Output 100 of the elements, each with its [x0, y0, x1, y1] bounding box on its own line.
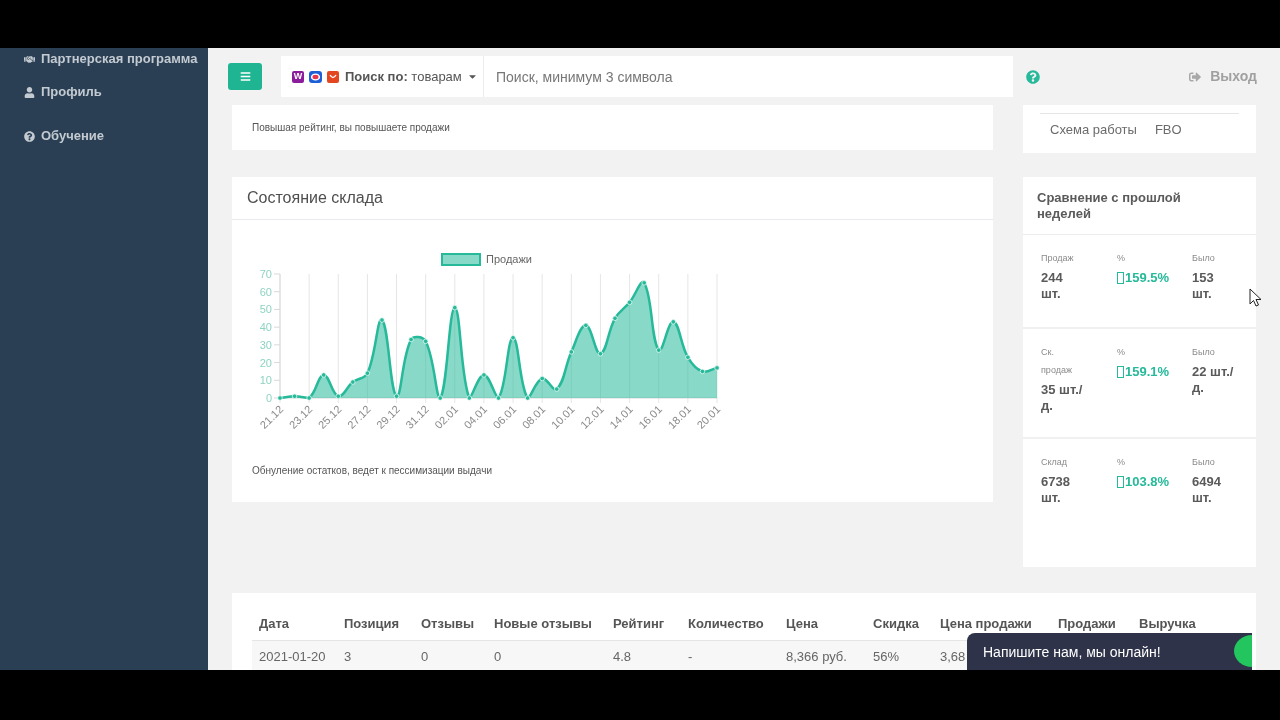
scheme-label: Схема работы [1050, 121, 1137, 139]
column-header: Цена продажи [940, 616, 1032, 632]
data-point [524, 395, 531, 401]
data-point [393, 393, 400, 399]
search-scope-dropdown[interactable]: W Поиск по: товарам [281, 56, 484, 97]
data-point [379, 317, 385, 323]
data-point [437, 395, 443, 401]
stat-value: 35 шт./ д. [1041, 382, 1084, 414]
stat-value: 153 шт. [1192, 270, 1215, 302]
table-cell: 3,68 [940, 648, 966, 664]
sidebar-link[interactable]: Профиль [0, 70, 208, 114]
data-point [408, 336, 414, 343]
data-point [583, 322, 589, 329]
stat-value: 244 шт. [1041, 270, 1064, 302]
column-header: Рейтинг [613, 616, 665, 632]
y-axis-label: 10 [259, 374, 272, 387]
stat-label: Ск. продаж [1041, 346, 1073, 377]
data-point [335, 393, 341, 399]
table-cell: - [688, 648, 693, 664]
stat-label: % [1117, 252, 1125, 265]
data-point [539, 375, 545, 382]
sidebar-link[interactable]: Обучение [0, 114, 208, 158]
y-axis-label: 20 [259, 356, 272, 369]
table-cell: 3 [344, 648, 352, 664]
scheme-value: FBO [1154, 121, 1182, 139]
stat-label: Продаж [1041, 252, 1075, 265]
stat-percent: 103.8% [1125, 474, 1170, 490]
stat-label: % [1117, 346, 1125, 359]
user-icon [24, 86, 35, 98]
y-axis-label: 40 [259, 321, 272, 334]
y-axis-label: 70 [259, 268, 272, 280]
data-point [626, 299, 633, 306]
data-point [422, 338, 429, 344]
stat-label: Склад [1041, 456, 1069, 469]
card-title: Состояние склада [247, 188, 383, 208]
data-point [452, 304, 458, 311]
table-cell: 56% [873, 648, 900, 664]
data-point [568, 349, 575, 355]
table-cell: 0 [421, 648, 429, 664]
column-header: Позиция [344, 616, 400, 632]
data-point [306, 395, 312, 401]
data-point [350, 379, 356, 385]
handshake-icon [24, 53, 35, 65]
data-point [656, 347, 662, 353]
column-header: Скидка [873, 616, 919, 632]
rating-note: Повышая рейтинг, вы повышаете продажи [252, 121, 450, 135]
column-header: Отзывы [421, 616, 475, 632]
data-point [466, 395, 473, 401]
data-point [699, 368, 706, 375]
column-header: Дата [259, 616, 290, 632]
y-axis-label: 0 [265, 392, 272, 404]
menu-icon [239, 71, 251, 82]
data-point [364, 370, 371, 376]
data-point [481, 372, 487, 378]
legend-label: Продажи [486, 253, 532, 265]
column-header: Новые отзывы [494, 616, 592, 632]
card-title: Сравнение с прошлой неделей [1037, 190, 1182, 222]
column-header: Выручка [1139, 616, 1196, 632]
data-point [685, 354, 691, 360]
stat-percent: 159.5% [1125, 270, 1170, 286]
missing-glyph-icon [1117, 476, 1124, 488]
column-header: Продажи [1058, 616, 1116, 632]
stat-value: 6738 шт. [1041, 474, 1071, 506]
data-point [554, 386, 560, 392]
stat-value: 6494 шт. [1192, 474, 1222, 506]
stat-label: Было [1192, 456, 1215, 469]
data-point [641, 280, 647, 286]
column-header: Цена [786, 616, 818, 632]
stat-value: 22 шт./ д. [1192, 364, 1235, 396]
missing-glyph-icon [1117, 366, 1124, 378]
stat-label: Было [1192, 346, 1215, 359]
data-point [612, 315, 618, 321]
y-axis-label: 30 [259, 338, 272, 351]
data-point [277, 395, 283, 401]
stat-percent: 159.1% [1125, 364, 1170, 380]
logout-icon [1189, 70, 1202, 83]
question-icon [24, 130, 35, 142]
data-point [597, 351, 604, 357]
help-icon[interactable] [1026, 69, 1040, 84]
sidebar-link[interactable]: Партнерская программа [0, 48, 208, 70]
menu-button[interactable] [228, 63, 262, 90]
chat-widget[interactable]: Напишите нам, мы онлайн! [967, 633, 1252, 670]
data-point [510, 335, 516, 341]
stat-label: Было [1192, 252, 1215, 265]
table-cell: 8,366 руб. [786, 648, 847, 664]
missing-glyph-icon [1117, 272, 1124, 284]
search-field[interactable]: Поиск, минимум 3 символа [484, 56, 1013, 97]
data-point [291, 393, 298, 399]
column-header: Количество [688, 616, 764, 632]
y-axis-label: 50 [259, 303, 272, 316]
stat-label: % [1117, 456, 1125, 469]
data-point [670, 319, 676, 325]
table-cell: 4.8 [613, 648, 632, 664]
data-point [321, 372, 327, 378]
letter-tile: W [292, 70, 304, 83]
table-cell: 2021-01-20 [259, 648, 326, 664]
data-point [495, 395, 502, 401]
y-axis-label: 60 [259, 285, 272, 298]
stock-note: Обнуление остатков, ведет к пессимизации выдачи [252, 465, 492, 476]
online-indicator-icon [1232, 635, 1252, 667]
